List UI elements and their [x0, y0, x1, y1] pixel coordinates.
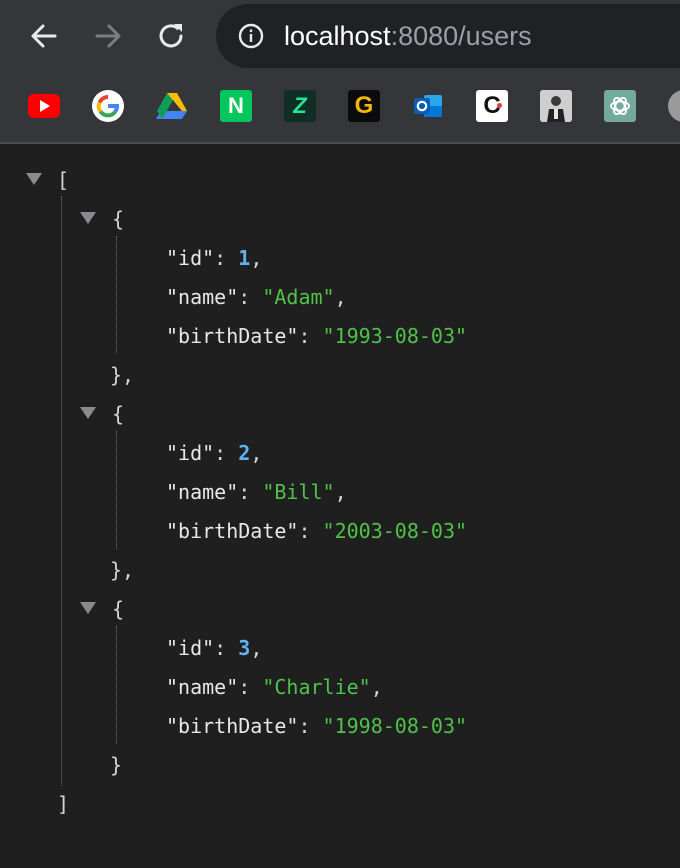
- object-open-brace: {: [112, 207, 125, 231]
- chatgpt-icon: [610, 96, 630, 116]
- bookmark-outlook[interactable]: [412, 90, 444, 122]
- json-string-value: "1993-08-03": [322, 324, 468, 348]
- url-text[interactable]: localhost:8080/users: [284, 20, 532, 52]
- object-indent-guide: [116, 431, 117, 549]
- bookmark-google-drive[interactable]: [156, 90, 188, 122]
- json-key: "birthDate": [166, 519, 299, 543]
- json-string-value: "Charlie": [262, 675, 371, 699]
- json-key: "name": [166, 675, 239, 699]
- address-bar[interactable]: localhost:8080/users: [216, 4, 680, 68]
- reload-icon: [159, 24, 183, 48]
- collapse-object-toggle-icon[interactable]: [80, 407, 96, 419]
- json-string-value: "2003-08-03": [322, 519, 468, 543]
- forward-button[interactable]: [88, 16, 128, 56]
- json-key: "birthDate": [166, 714, 299, 738]
- back-button[interactable]: [24, 16, 64, 56]
- array-close-bracket: ]: [57, 792, 70, 816]
- object-open-brace: {: [112, 402, 125, 426]
- json-number-value: 1: [238, 246, 251, 270]
- object-close-brace: },: [110, 558, 135, 582]
- json-key: "id": [166, 246, 215, 270]
- json-field-birthdate: "birthDate": "1998-08-03": [166, 714, 468, 738]
- bookmark-profile[interactable]: [540, 90, 572, 122]
- bookmark-google[interactable]: [92, 90, 124, 122]
- json-field-id: "id": 2,: [166, 441, 263, 465]
- json-key: "name": [166, 285, 239, 309]
- bookmark-youtube[interactable]: [28, 90, 60, 122]
- json-field-id: "id": 3,: [166, 636, 263, 660]
- json-key: "name": [166, 480, 239, 504]
- url-host: localhost: [284, 21, 391, 51]
- object-open-brace: {: [112, 597, 125, 621]
- bookmark-z-app[interactable]: Z: [284, 90, 316, 122]
- bookmark-naver[interactable]: N: [220, 90, 252, 122]
- array-open-bracket: [: [57, 168, 70, 192]
- collapse-object-toggle-icon[interactable]: [80, 602, 96, 614]
- info-icon[interactable]: [238, 23, 264, 49]
- arrow-right-icon: [95, 24, 121, 48]
- object-indent-guide: [116, 626, 117, 744]
- youtube-icon: [28, 94, 60, 118]
- collapse-array-toggle-icon[interactable]: [26, 173, 42, 185]
- reload-button[interactable]: [152, 16, 192, 56]
- array-indent-guide: [61, 196, 62, 786]
- arrow-left-icon: [31, 24, 57, 48]
- object-close-brace: },: [110, 363, 135, 387]
- outlook-icon: [414, 95, 442, 117]
- object-close-brace: }: [110, 753, 123, 777]
- json-string-value: "Adam": [262, 285, 335, 309]
- json-string-value: "Bill": [262, 480, 335, 504]
- json-key: "id": [166, 636, 215, 660]
- json-field-id: "id": 1,: [166, 246, 263, 270]
- bookmark-g-app[interactable]: G: [348, 90, 380, 122]
- bookmark-chatgpt[interactable]: [604, 90, 636, 122]
- json-field-name: "name": "Adam",: [166, 285, 347, 309]
- app-g-icon: G: [354, 92, 374, 119]
- json-number-value: 3: [238, 636, 251, 660]
- app-z-icon: Z: [293, 93, 307, 118]
- bookmark-overflow[interactable]: [668, 90, 680, 122]
- json-viewer: [ { "id": 1, "name": "Adam", "birthDate"…: [0, 144, 680, 868]
- google-drive-icon: [156, 93, 187, 119]
- json-key: "id": [166, 441, 215, 465]
- json-number-value: 2: [238, 441, 251, 465]
- google-icon: [96, 95, 119, 118]
- json-field-birthdate: "birthDate": "2003-08-03": [166, 519, 468, 543]
- json-string-value: "1998-08-03": [322, 714, 468, 738]
- collapse-object-toggle-icon[interactable]: [80, 212, 96, 224]
- object-indent-guide: [116, 236, 117, 354]
- bookmarks-bar: N Z G C: [0, 72, 680, 144]
- profile-photo-icon: [540, 90, 572, 122]
- json-key: "birthDate": [166, 324, 299, 348]
- browser-toolbar: localhost:8080/users: [0, 0, 680, 72]
- url-path: :8080/users: [390, 21, 532, 51]
- naver-icon: N: [228, 93, 244, 118]
- json-field-name: "name": "Charlie",: [166, 675, 383, 699]
- red-dot: [497, 103, 502, 108]
- bookmark-c-app[interactable]: C: [476, 90, 508, 122]
- json-field-birthdate: "birthDate": "1993-08-03": [166, 324, 468, 348]
- json-field-name: "name": "Bill",: [166, 480, 347, 504]
